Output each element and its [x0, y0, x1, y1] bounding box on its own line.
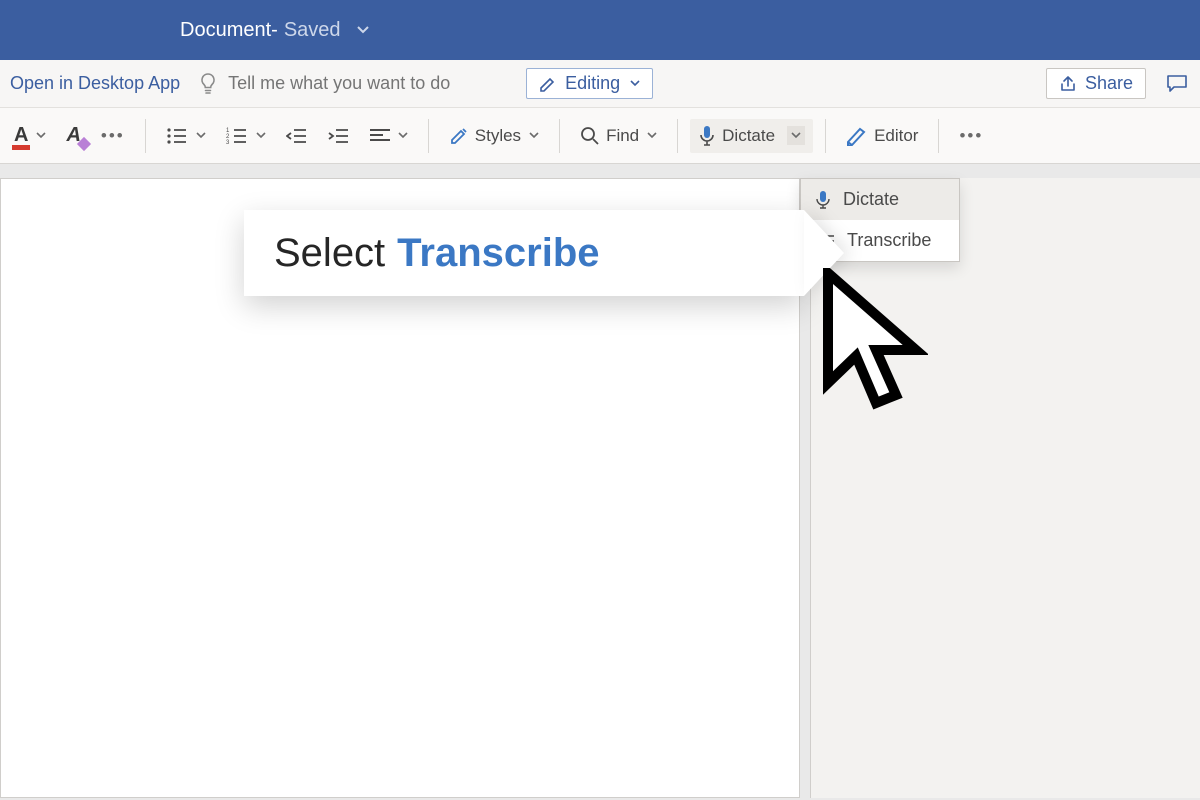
tell-me-search[interactable] [198, 72, 508, 96]
editor-button[interactable]: Editor [838, 120, 926, 152]
svg-text:3: 3 [226, 140, 230, 145]
increase-indent-button[interactable] [320, 121, 358, 151]
editing-mode-label: Editing [565, 73, 620, 94]
numbering-button[interactable]: 123 [218, 121, 274, 151]
separator [938, 119, 939, 153]
separator [559, 119, 560, 153]
editing-mode-button[interactable]: Editing [526, 68, 653, 99]
indent-icon [328, 127, 350, 145]
numbered-list-icon: 123 [226, 127, 248, 145]
open-in-desktop-link[interactable]: Open in Desktop App [10, 73, 180, 94]
clear-formatting-button[interactable]: A [58, 118, 88, 153]
chevron-down-icon [36, 132, 46, 139]
clear-formatting-icon: A [66, 124, 80, 147]
callout-text: Select [274, 231, 385, 276]
transcribe-menu-label: Transcribe [847, 230, 931, 251]
search-icon [580, 126, 600, 146]
title-dropdown-chevron-icon[interactable] [357, 26, 369, 34]
comment-icon [1166, 74, 1188, 94]
font-color-icon: A [14, 124, 28, 147]
styles-label: Styles [475, 126, 521, 146]
more-font-button[interactable]: ••• [93, 120, 133, 152]
dictate-label: Dictate [722, 126, 775, 146]
font-color-button[interactable]: A [6, 118, 54, 153]
align-left-icon [370, 128, 390, 144]
find-button[interactable]: Find [572, 120, 665, 152]
chevron-down-icon [787, 126, 805, 145]
bullet-list-icon [166, 127, 188, 145]
separator [428, 119, 429, 153]
save-status: Saved [284, 19, 341, 42]
bullets-button[interactable] [158, 121, 214, 151]
title-bar: Document - Saved [0, 0, 1200, 60]
separator [677, 119, 678, 153]
editor-label: Editor [874, 126, 918, 146]
chevron-down-icon [196, 132, 206, 139]
dictate-button[interactable]: Dictate [690, 119, 813, 153]
styles-icon [449, 126, 469, 146]
share-button[interactable]: Share [1046, 68, 1146, 99]
ellipsis-icon: ••• [959, 126, 983, 146]
command-bar: Open in Desktop App Editing Share [0, 60, 1200, 108]
chevron-down-icon [256, 132, 266, 139]
share-label: Share [1085, 73, 1133, 94]
ribbon-overflow-button[interactable]: ••• [951, 120, 991, 152]
tell-me-input[interactable] [228, 73, 508, 94]
chevron-down-icon [647, 132, 657, 139]
chevron-down-icon [529, 132, 539, 139]
separator [825, 119, 826, 153]
align-button[interactable] [362, 122, 416, 150]
ribbon: A A ••• 123 [0, 108, 1200, 164]
title-separator: - [271, 19, 278, 42]
microphone-icon [698, 125, 716, 147]
ellipsis-icon: ••• [101, 126, 125, 146]
microphone-icon [815, 190, 831, 210]
instruction-callout: Select Transcribe [244, 210, 804, 296]
lightbulb-icon [198, 72, 218, 96]
document-name: Document [180, 19, 271, 42]
editor-icon [846, 126, 868, 146]
comments-button[interactable] [1164, 70, 1190, 98]
cursor-icon [818, 268, 928, 423]
chevron-down-icon [630, 80, 640, 87]
decrease-indent-button[interactable] [278, 121, 316, 151]
chevron-down-icon [398, 132, 408, 139]
styles-button[interactable]: Styles [441, 120, 547, 152]
pencil-icon [539, 75, 557, 93]
callout-highlight: Transcribe [397, 231, 599, 276]
find-label: Find [606, 126, 639, 146]
separator [145, 119, 146, 153]
dictate-menu-label: Dictate [843, 189, 899, 210]
outdent-icon [286, 127, 308, 145]
document-area: Dictate Transcribe Select Transcribe [0, 164, 1200, 800]
share-icon [1059, 75, 1077, 93]
